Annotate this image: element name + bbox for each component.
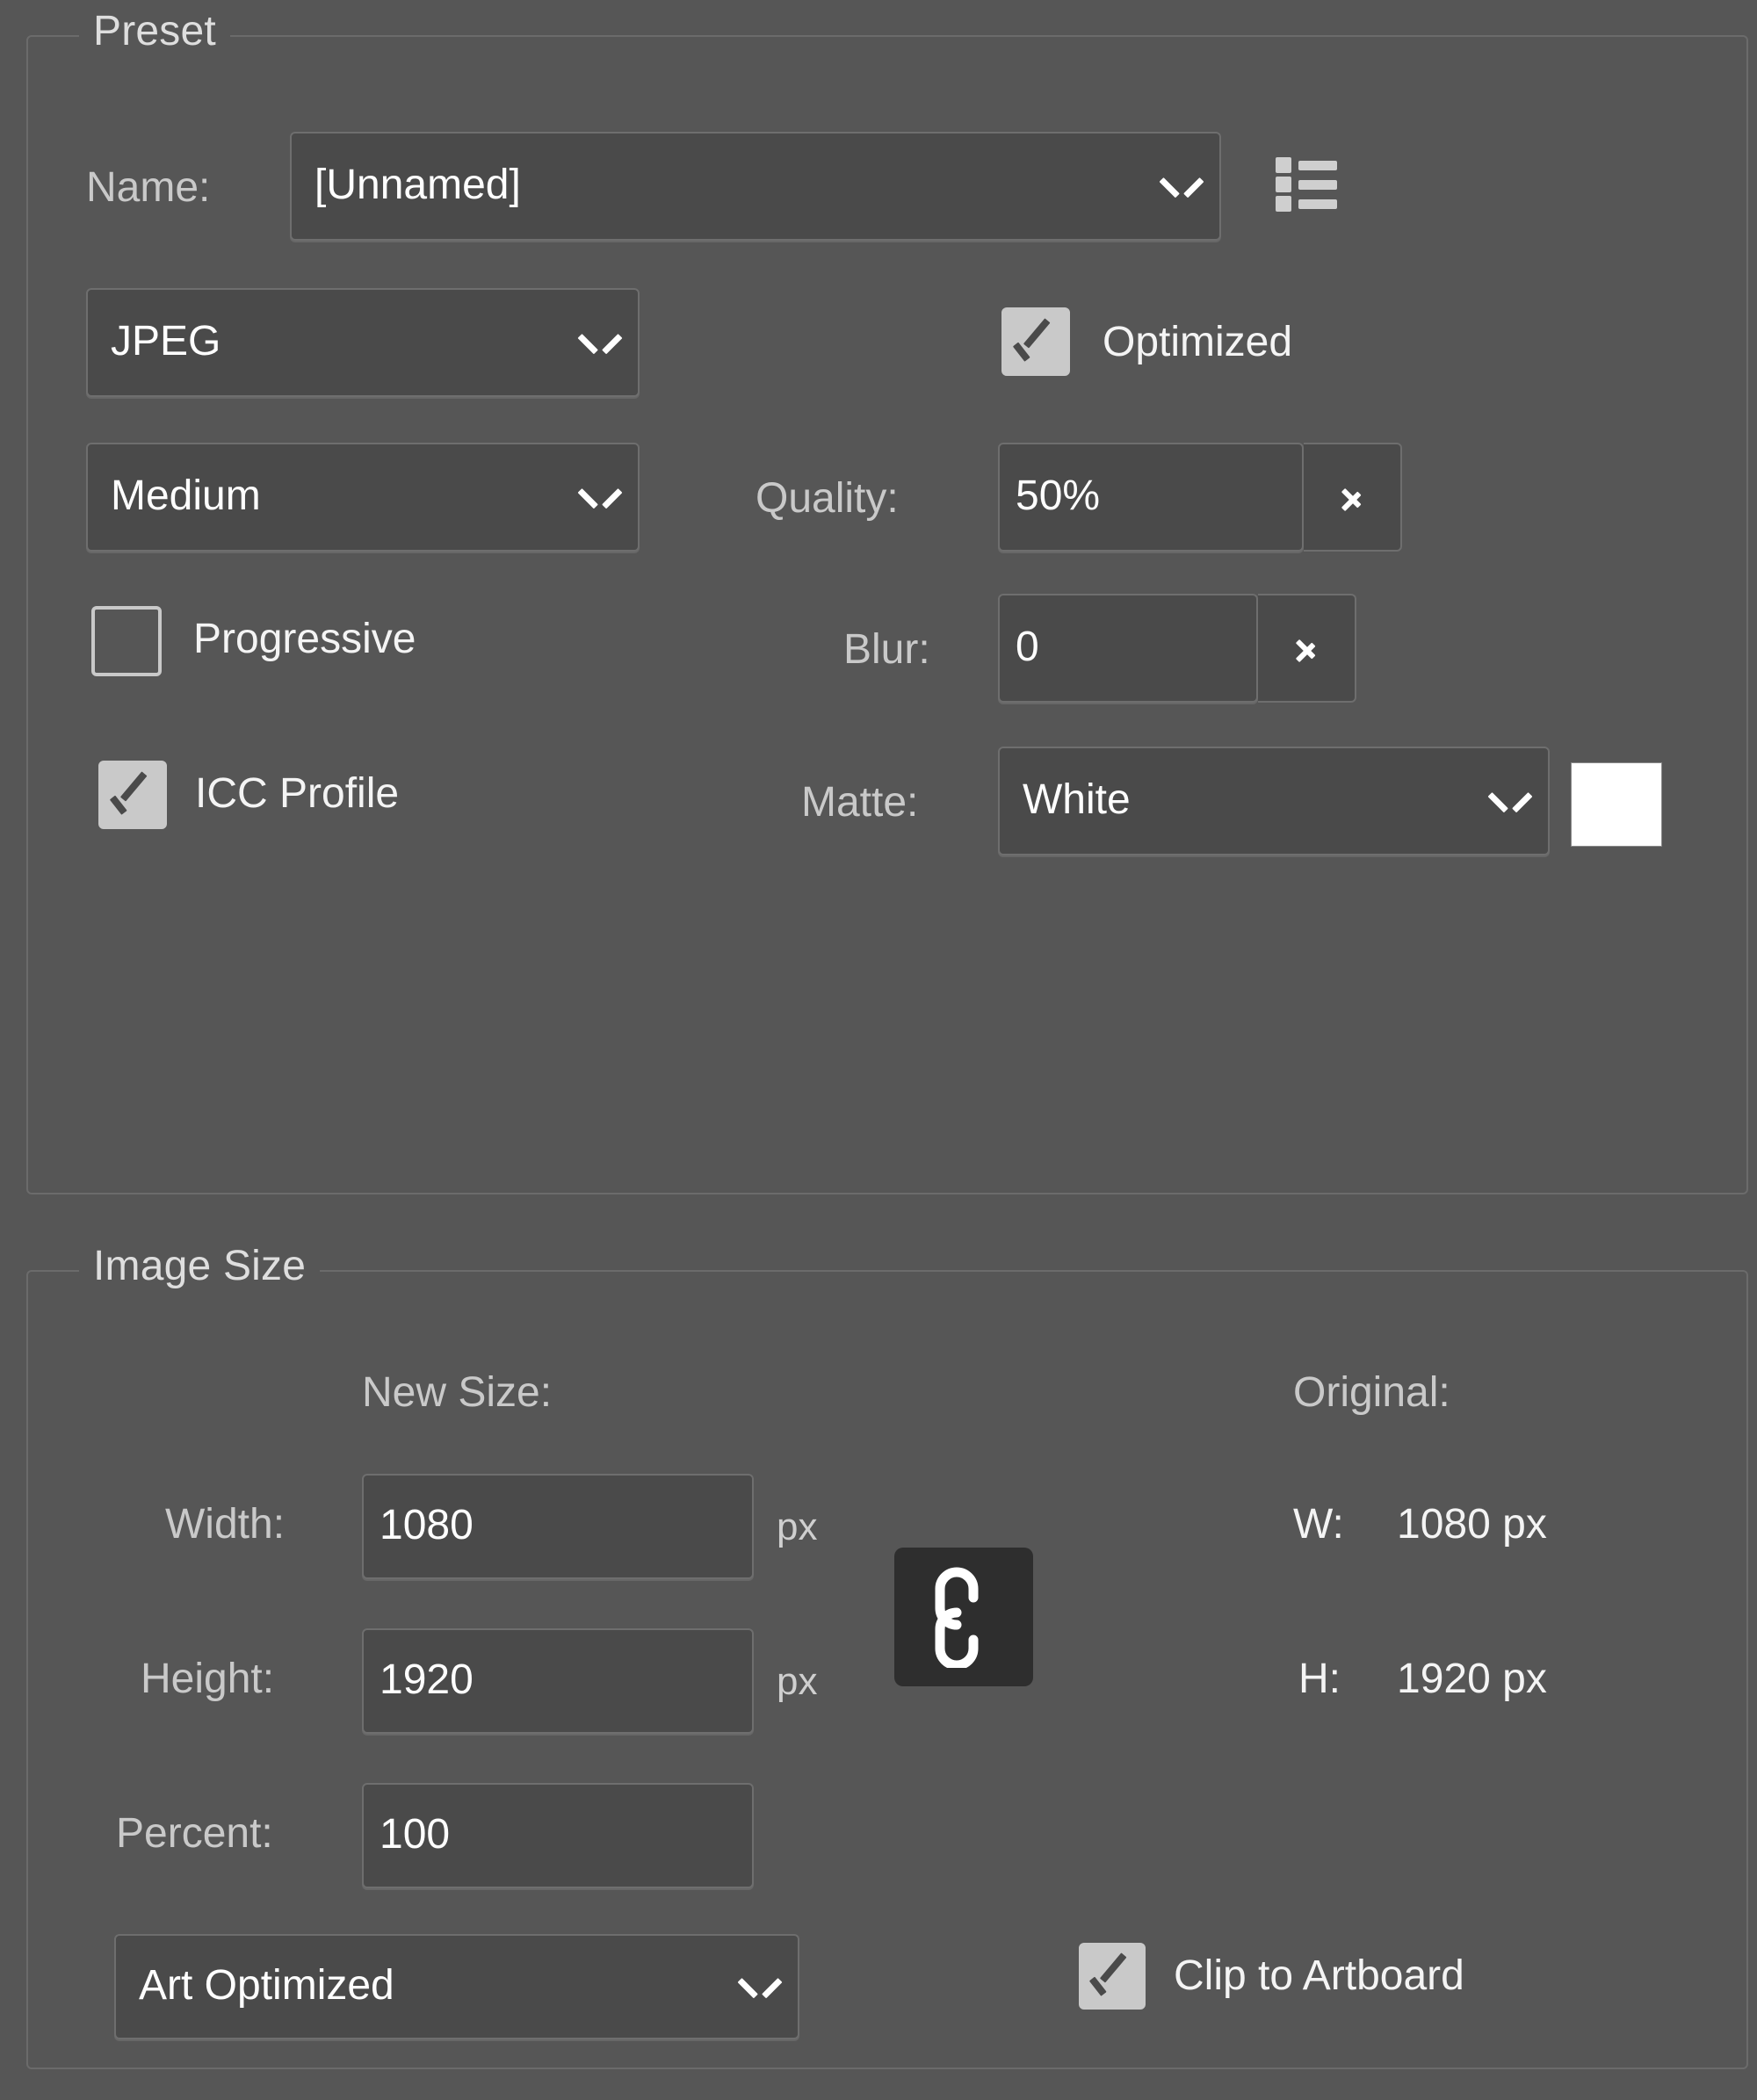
- percent-input[interactable]: 100: [362, 1783, 754, 1888]
- check-icon: [1016, 325, 1056, 348]
- anti-aliasing-value: Art Optimized: [139, 1961, 394, 2009]
- preset-group-legend: Preset: [79, 7, 230, 55]
- original-height-label: H:: [1298, 1656, 1341, 1702]
- percent-label: Percent:: [116, 1810, 273, 1857]
- quality-value: 50%: [1016, 472, 1101, 519]
- percent-value: 100: [380, 1810, 451, 1858]
- file-format-value: JPEG: [111, 317, 221, 364]
- icc-profile-checkbox[interactable]: [98, 761, 167, 829]
- clip-to-artboard-label: Clip to Artboard: [1174, 1952, 1464, 1999]
- blur-input[interactable]: 0: [998, 594, 1258, 703]
- width-label: Width:: [165, 1501, 286, 1548]
- height-input[interactable]: 1920: [362, 1628, 754, 1734]
- check-icon: [1092, 1959, 1132, 1982]
- width-value: 1080: [380, 1501, 474, 1548]
- icc-profile-label: ICC Profile: [195, 770, 400, 817]
- blur-stepper-button[interactable]: [1258, 594, 1356, 703]
- new-size-label: New Size:: [362, 1369, 553, 1416]
- constrain-proportions-button[interactable]: [894, 1548, 1033, 1686]
- compression-quality-dropdown[interactable]: Medium: [86, 443, 640, 552]
- preset-name-label: Name:: [86, 164, 211, 211]
- clip-to-artboard-checkbox[interactable]: [1079, 1943, 1146, 2010]
- width-unit: px: [777, 1505, 818, 1548]
- matte-dropdown[interactable]: White: [998, 747, 1550, 855]
- chain-link-icon: [935, 1567, 979, 1668]
- preset-name-value: [Unnamed]: [315, 161, 521, 208]
- compression-quality-value: Medium: [111, 472, 261, 519]
- file-format-dropdown[interactable]: JPEG: [86, 288, 640, 397]
- chevron-down-icon: [1490, 788, 1530, 814]
- original-width-label: W:: [1293, 1501, 1344, 1548]
- height-value: 1920: [380, 1656, 474, 1703]
- chevron-down-icon: [580, 484, 620, 510]
- height-unit: px: [777, 1660, 818, 1703]
- progressive-checkbox[interactable]: [91, 606, 162, 676]
- quality-label: Quality:: [756, 475, 899, 522]
- progressive-label: Progressive: [193, 616, 416, 662]
- original-width-value: 1080 px: [1397, 1501, 1547, 1548]
- blur-label: Blur:: [843, 626, 930, 673]
- width-input[interactable]: 1080: [362, 1474, 754, 1579]
- matte-value: White: [1023, 776, 1131, 823]
- original-height-value: 1920 px: [1397, 1656, 1547, 1702]
- chevron-right-icon: [1296, 629, 1317, 668]
- matte-color-swatch[interactable]: [1571, 762, 1662, 847]
- chevron-down-icon: [1161, 173, 1202, 199]
- matte-label: Matte:: [801, 779, 919, 826]
- chevron-down-icon: [580, 329, 620, 356]
- chevron-down-icon: [740, 1974, 780, 2000]
- quality-stepper-button[interactable]: [1304, 443, 1402, 552]
- check-icon: [112, 778, 153, 801]
- quality-input[interactable]: 50%: [998, 443, 1304, 552]
- optimized-label: Optimized: [1103, 319, 1293, 365]
- blur-value: 0: [1016, 623, 1039, 670]
- original-label: Original:: [1293, 1369, 1450, 1416]
- preset-list-icon[interactable]: [1276, 157, 1337, 212]
- preset-name-dropdown[interactable]: [Unnamed]: [290, 132, 1221, 241]
- optimized-checkbox[interactable]: [1001, 307, 1070, 376]
- image-size-group-legend: Image Size: [79, 1242, 321, 1290]
- height-label: Height:: [141, 1656, 275, 1702]
- anti-aliasing-dropdown[interactable]: Art Optimized: [114, 1934, 799, 2039]
- chevron-right-icon: [1341, 478, 1363, 516]
